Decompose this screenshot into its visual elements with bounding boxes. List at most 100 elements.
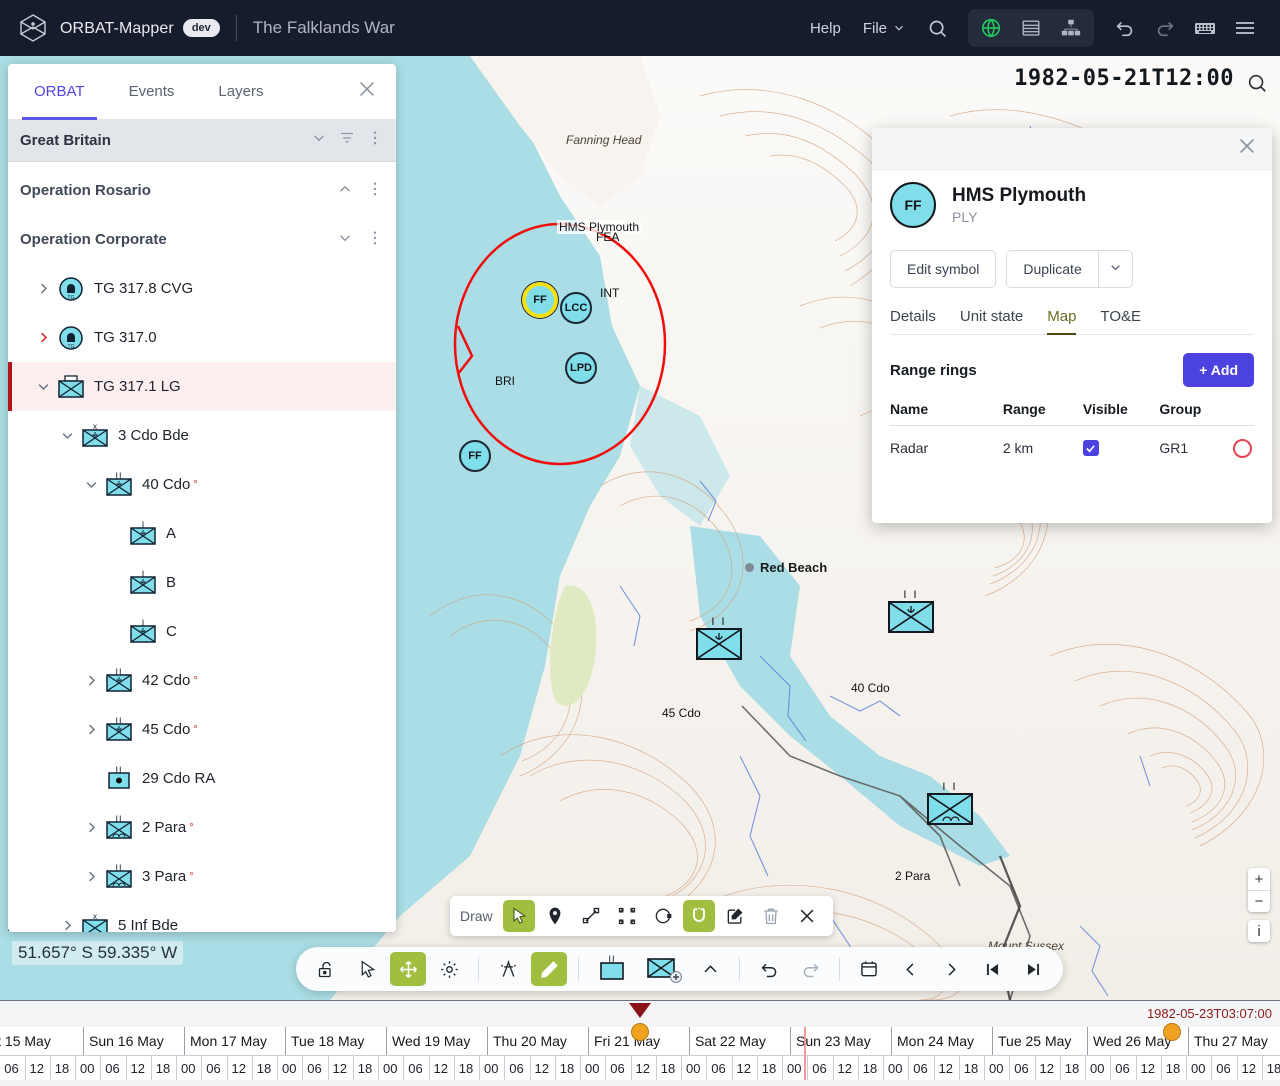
timeline-day[interactable]: Tue 25 May: [992, 1027, 1091, 1055]
duplicate-button[interactable]: Duplicate: [1006, 250, 1098, 288]
chevron-down-icon[interactable]: [56, 428, 78, 443]
ring-color-swatch[interactable]: [1233, 439, 1252, 458]
timeline-hour-tick[interactable]: 12: [1034, 1056, 1060, 1082]
edit-symbol-button[interactable]: Edit symbol: [890, 250, 997, 288]
timeline-hour-tick[interactable]: 00: [479, 1056, 504, 1082]
timeline-hour-tick[interactable]: 06: [706, 1056, 731, 1082]
timeline-hour-tick[interactable]: 18: [1059, 1056, 1085, 1082]
add-range-ring-button[interactable]: + Add: [1183, 353, 1254, 387]
visible-checkbox[interactable]: [1082, 440, 1099, 456]
tree-node-3-para[interactable]: II 3 Para °: [8, 852, 396, 901]
timeline-hour-tick[interactable]: 06: [504, 1056, 529, 1082]
timeline-hour-tick[interactable]: 06: [302, 1056, 327, 1082]
timeline-hour-tick[interactable]: 00: [883, 1056, 908, 1082]
timeline-hour-tick[interactable]: 06: [201, 1056, 226, 1082]
tree-node-45-cdo[interactable]: II 45 Cdo °: [8, 705, 396, 754]
timeline-hour-tick[interactable]: 06: [807, 1056, 832, 1082]
header-search-button[interactable]: [918, 11, 956, 45]
timeline-hour-tick[interactable]: 12: [933, 1056, 959, 1082]
timeline-hour-tick[interactable]: 18: [554, 1056, 580, 1082]
timeline-day[interactable]: Sat 22 May: [689, 1027, 788, 1055]
map-unit-bri[interactable]: FF: [459, 440, 491, 472]
chevron-right-icon[interactable]: [80, 722, 102, 737]
zoom-out-button[interactable]: −: [1248, 890, 1270, 912]
timeline-day[interactable]: Thu 27 May: [1188, 1027, 1280, 1055]
chevron-down-icon[interactable]: [80, 477, 102, 492]
lock-tool-button[interactable]: [308, 952, 344, 986]
timeline-day[interactable]: Wed 19 May: [386, 1027, 485, 1055]
timeline-hour-tick[interactable]: 00: [277, 1056, 302, 1082]
toolbar-redo-button[interactable]: [792, 952, 828, 986]
next-step-button[interactable]: [933, 952, 969, 986]
pan-tool-button[interactable]: [390, 952, 426, 986]
timeline-hour-tick[interactable]: 00: [75, 1056, 100, 1082]
timeline-day[interactable]: Sun 16 May: [83, 1027, 182, 1055]
chevron-right-icon[interactable]: [32, 330, 54, 345]
sidebar-close-icon[interactable]: [356, 78, 378, 105]
file-menu-button[interactable]: File: [853, 14, 916, 43]
timeline-hour-tick[interactable]: 06: [1009, 1056, 1034, 1082]
timeline-hour-tick[interactable]: 18: [1261, 1056, 1280, 1082]
draw-line-tool[interactable]: [575, 900, 607, 932]
timeline-hour-tick[interactable]: 00: [1085, 1056, 1110, 1082]
timeline-hour-tick[interactable]: 18: [352, 1056, 378, 1082]
table-view-button[interactable]: [1011, 12, 1051, 44]
chevron-right-icon[interactable]: [80, 673, 102, 688]
chevron-right-icon[interactable]: [80, 869, 102, 884]
timeline-hour-tick[interactable]: 06: [100, 1056, 125, 1082]
jump-end-button[interactable]: [1015, 952, 1051, 986]
draw-circle-tool[interactable]: [647, 900, 679, 932]
timeline-hour-tick[interactable]: 12: [1135, 1056, 1161, 1082]
map-ground-unit-45cdo[interactable]: I I: [696, 617, 742, 660]
filter-icon[interactable]: [338, 129, 356, 152]
timeline-day[interactable]: Thu 20 May: [487, 1027, 586, 1055]
chevron-right-icon[interactable]: [80, 820, 102, 835]
chevron-right-icon[interactable]: [32, 281, 54, 296]
draw-snap-tool[interactable]: [682, 900, 715, 932]
zoom-in-button[interactable]: +: [1248, 868, 1270, 890]
timeline-hour-tick[interactable]: 00: [984, 1056, 1009, 1082]
timeline-hour-tick[interactable]: 00: [681, 1056, 706, 1082]
timeline-hour-tick[interactable]: 18: [857, 1056, 883, 1082]
help-menu-button[interactable]: Help: [800, 14, 851, 43]
tree-node-company-b[interactable]: I B: [8, 558, 396, 607]
tree-node-2-para[interactable]: II 2 Para °: [8, 803, 396, 852]
timeline-hour-tick[interactable]: 00: [378, 1056, 403, 1082]
timeline-marker-current[interactable]: [631, 1023, 649, 1041]
tree-node-5-inf-bde[interactable]: x 5 Inf Bde: [8, 901, 396, 932]
operation-more-icon[interactable]: [366, 229, 384, 251]
chevron-down-icon[interactable]: [336, 229, 354, 251]
timeline-hour-tick[interactable]: 18: [958, 1056, 984, 1082]
pointer-tool-button[interactable]: [349, 952, 385, 986]
toolbar-undo-button[interactable]: [751, 952, 787, 986]
timeline-hour-tick[interactable]: 12: [1236, 1056, 1262, 1082]
map-ground-unit-2para[interactable]: I I: [927, 782, 973, 825]
unit-panel-close-icon[interactable]: [1236, 135, 1258, 162]
timeline-hour-tick[interactable]: 06: [0, 1056, 25, 1082]
tree-node-29-cdo-ra[interactable]: II 29 Cdo RA: [8, 754, 396, 803]
timeline-hour-tick[interactable]: 18: [1160, 1056, 1186, 1082]
draw-point-tool[interactable]: [539, 900, 571, 932]
timeline-playhead[interactable]: [804, 1027, 806, 1080]
timeline-hour-tick[interactable]: 12: [226, 1056, 252, 1082]
timeline-hour-tick[interactable]: 06: [908, 1056, 933, 1082]
timeline-hour-tick[interactable]: 06: [605, 1056, 630, 1082]
map-unit-hms-plymouth[interactable]: FF: [522, 282, 558, 318]
unit-tab-details[interactable]: Details: [890, 308, 936, 334]
undo-button[interactable]: [1106, 11, 1144, 45]
tree-node-3-cdo-bde[interactable]: x 3 Cdo Bde: [8, 411, 396, 460]
operation-row-rosario[interactable]: Operation Rosario: [8, 166, 396, 215]
expand-units-button[interactable]: [692, 952, 728, 986]
map-search-icon[interactable]: [1246, 72, 1268, 99]
add-area-tool-button[interactable]: II: [590, 952, 634, 986]
timeline-hour-tick[interactable]: 12: [832, 1056, 858, 1082]
draw-delete-tool[interactable]: [755, 900, 787, 932]
operation-row-corporate[interactable]: Operation Corporate: [8, 215, 396, 264]
operation-more-icon[interactable]: [366, 180, 384, 202]
chevron-down-icon[interactable]: [32, 379, 54, 394]
tab-layers[interactable]: Layers: [196, 64, 285, 120]
timeline-hour-tick[interactable]: 12: [731, 1056, 757, 1082]
scenario-more-icon[interactable]: [366, 129, 384, 152]
map-ground-unit-40cdo[interactable]: I I: [888, 590, 934, 633]
unit-tab-unit-state[interactable]: Unit state: [960, 308, 1023, 334]
